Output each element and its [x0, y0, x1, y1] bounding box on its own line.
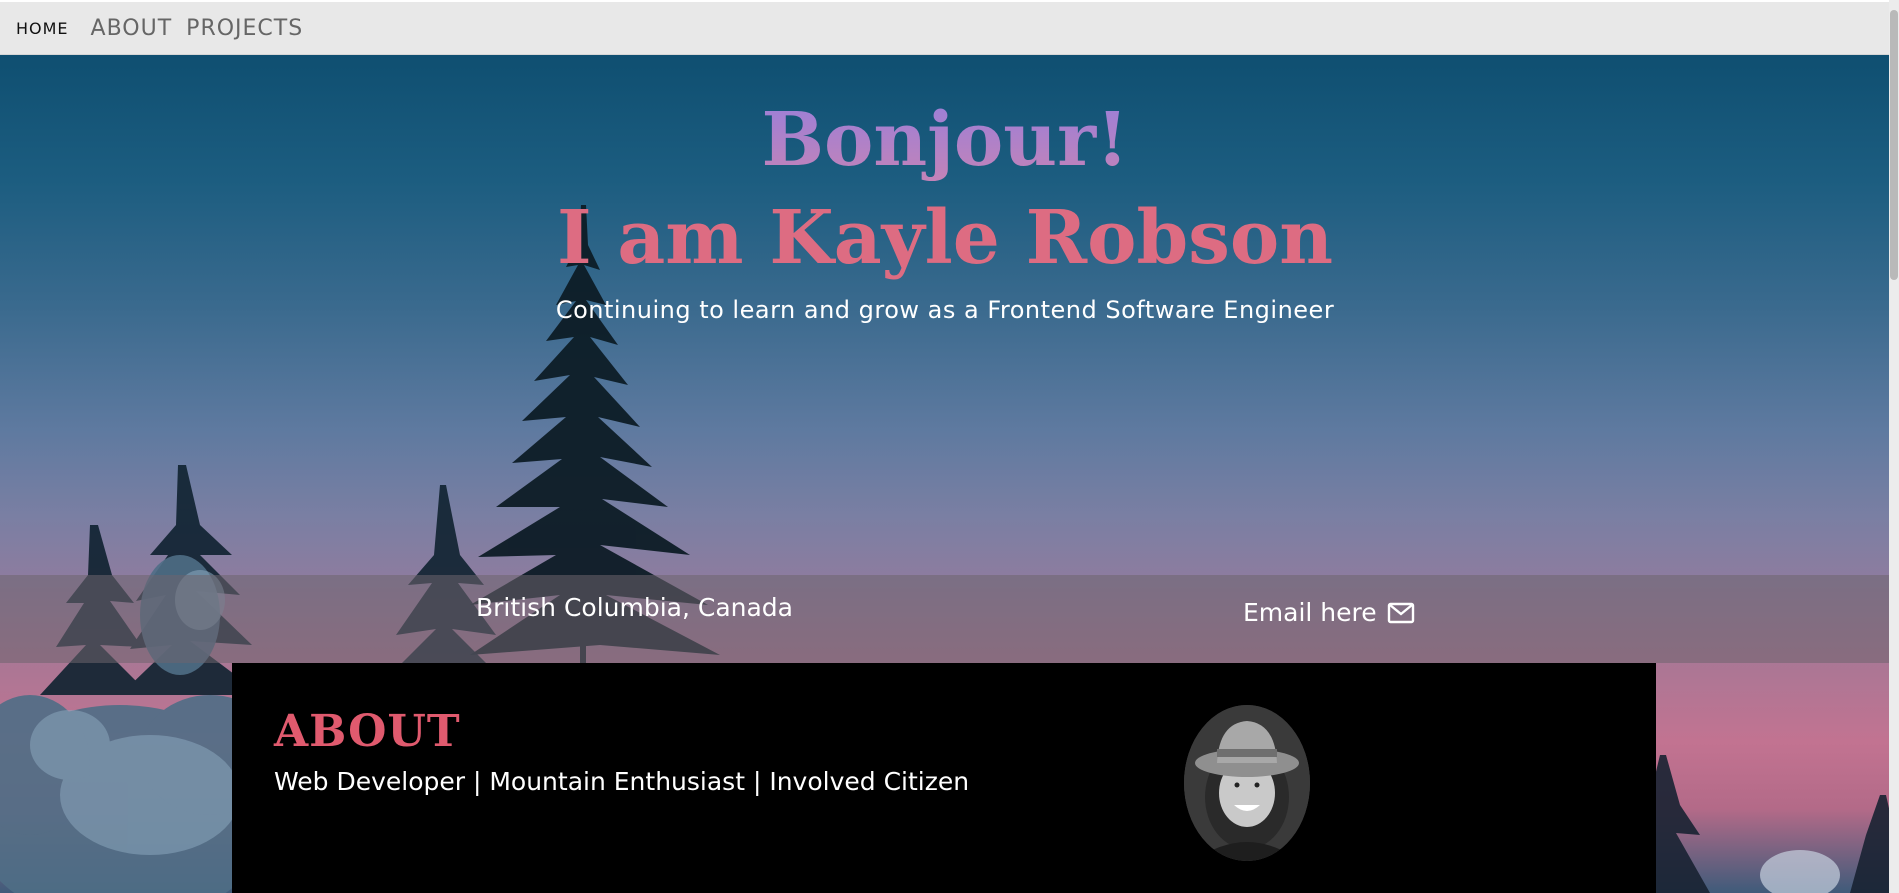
email-link-label: Email here — [1243, 598, 1377, 627]
page-scrollbar[interactable] — [1889, 0, 1899, 893]
envelope-icon — [1387, 602, 1415, 624]
nav-home-link[interactable]: HOME — [16, 19, 69, 38]
greeting-heading: Bonjour! — [0, 99, 1890, 181]
tagline-text: Continuing to learn and grow as a Fronte… — [555, 296, 1335, 324]
contact-info-strip: British Columbia, Canada Email here — [0, 575, 1899, 663]
about-card: ABOUT Web Developer | Mountain Enthusias… — [232, 663, 1656, 893]
name-heading: I am Kayle Robson — [556, 195, 1334, 281]
avatar — [1184, 705, 1310, 861]
about-roles-text: Web Developer | Mountain Enthusiast | In… — [274, 767, 970, 796]
about-title: ABOUT — [274, 706, 461, 757]
portfolio-page: HOME ABOUT PROJECTS Bonjour! I am Kayle … — [0, 0, 1899, 893]
nav-about-link[interactable]: ABOUT — [91, 16, 173, 41]
email-link[interactable]: Email here — [1243, 598, 1415, 627]
scrollbar-thumb[interactable] — [1890, 10, 1898, 280]
profile-photo — [1184, 705, 1310, 861]
nav-projects-link[interactable]: PROJECTS — [186, 16, 303, 41]
top-nav: HOME ABOUT PROJECTS — [0, 0, 1899, 55]
about-paragraph-cutoff — [274, 885, 1614, 893]
location-text: British Columbia, Canada — [476, 593, 793, 622]
